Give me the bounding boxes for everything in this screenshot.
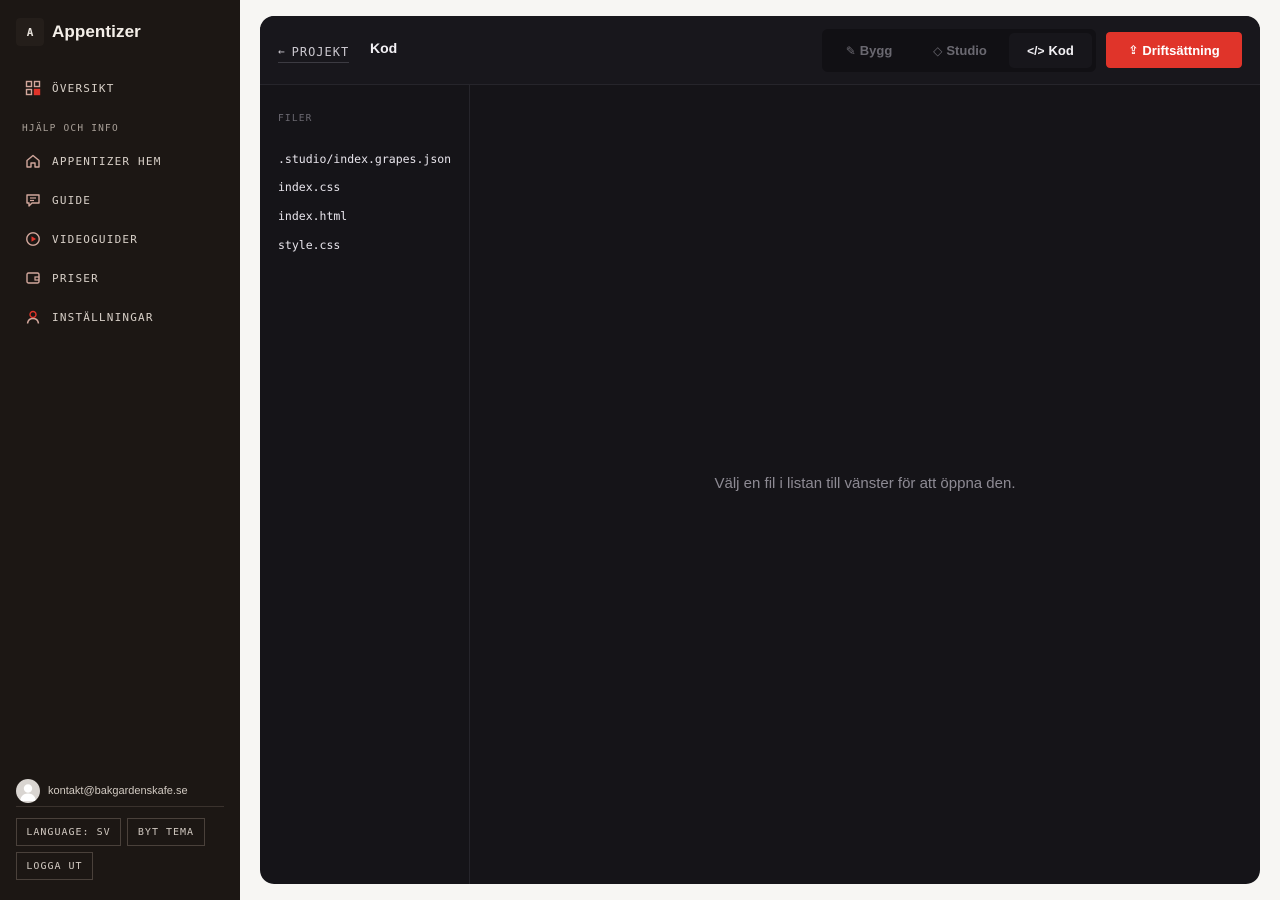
tab-bygg[interactable]: ✎ Bygg: [827, 33, 911, 68]
sidebar: A Appentizer ÖVERSIKT HJÄLP OCH INFO APP…: [0, 0, 240, 900]
brand[interactable]: A Appentizer: [16, 18, 141, 46]
upload-icon: ⇪: [1128, 43, 1139, 57]
empty-state-message: Välj en fil i listan till vänster för at…: [714, 475, 1016, 492]
sidebar-item-priser[interactable]: PRISER: [16, 263, 224, 293]
deploy-label: Driftsättning: [1142, 42, 1220, 58]
mode-switcher: ✎ Bygg ◇ Studio </> Kod: [822, 29, 1096, 72]
tab-kod[interactable]: </> Kod: [1009, 33, 1092, 68]
tab-label: Kod: [1048, 43, 1074, 58]
file-list-header: FILER: [278, 113, 313, 124]
sidebar-item-appentizer-hem[interactable]: APPENTIZER HEM: [16, 146, 224, 176]
theme-toggle-button[interactable]: BYT TEMA: [127, 818, 205, 846]
arrow-left-icon: ←: [278, 45, 286, 58]
sidebar-item-installningar[interactable]: INSTÄLLNINGAR: [16, 302, 224, 332]
app-name: Appentizer: [52, 22, 141, 41]
home-icon: [24, 152, 42, 170]
sidebar-item-label: GUIDE: [52, 193, 92, 207]
chat-icon: [24, 191, 42, 209]
avatar: [16, 778, 40, 803]
language-button[interactable]: LANGUAGE: SV: [16, 818, 121, 846]
wallet-icon: [24, 269, 42, 287]
sidebar-item-label: INSTÄLLNINGAR: [52, 310, 154, 324]
app-logo: A: [16, 18, 44, 46]
main-panel: ← PROJEKT Kod ✎ Bygg ◇ Studio </> Kod ⇪ …: [260, 16, 1260, 884]
file-list-panel: FILER .studio/index.grapes.json index.cs…: [260, 85, 470, 884]
sidebar-item-label: ÖVERSIKT: [52, 81, 115, 95]
diamond-icon: ◇: [933, 43, 943, 58]
tab-label: Bygg: [859, 43, 893, 58]
tab-label: Studio: [946, 43, 987, 58]
code-icon: </>: [1027, 43, 1045, 58]
file-item[interactable]: style.css: [278, 234, 454, 256]
user-account[interactable]: kontakt@bakgardenskafe.se: [16, 775, 224, 807]
sidebar-item-videoguider[interactable]: VIDEOGUIDER: [16, 224, 224, 254]
pencil-icon: ✎: [845, 43, 856, 58]
code-editor-area: Välj en fil i listan till vänster för at…: [470, 85, 1260, 884]
page-title: Kod: [370, 40, 398, 56]
file-item[interactable]: .studio/index.grapes.json: [278, 148, 454, 170]
tab-studio[interactable]: ◇ Studio: [916, 33, 1004, 68]
back-to-projects-link[interactable]: ← PROJEKT: [278, 41, 350, 63]
user-icon: [24, 308, 42, 326]
sidebar-item-label: VIDEOGUIDER: [52, 232, 139, 246]
file-item[interactable]: index.css: [278, 176, 454, 198]
user-email: kontakt@bakgardenskafe.se: [48, 784, 188, 797]
sidebar-item-label: APPENTIZER HEM: [52, 154, 162, 168]
grid-icon: [24, 79, 42, 97]
sidebar-item-guide[interactable]: GUIDE: [16, 185, 224, 215]
sidebar-item-label: PRISER: [52, 271, 99, 285]
file-item[interactable]: index.html: [278, 205, 454, 227]
section-label: HJÄLP OCH INFO: [22, 123, 119, 134]
deploy-button[interactable]: ⇪ Driftsättning: [1106, 32, 1242, 68]
sidebar-item-overview[interactable]: ÖVERSIKT: [16, 73, 224, 103]
play-circle-icon: [24, 230, 42, 248]
logout-button[interactable]: LOGGA UT: [16, 852, 93, 880]
top-bar: ← PROJEKT Kod ✎ Bygg ◇ Studio </> Kod ⇪ …: [260, 16, 1260, 85]
back-label: PROJEKT: [291, 44, 350, 59]
